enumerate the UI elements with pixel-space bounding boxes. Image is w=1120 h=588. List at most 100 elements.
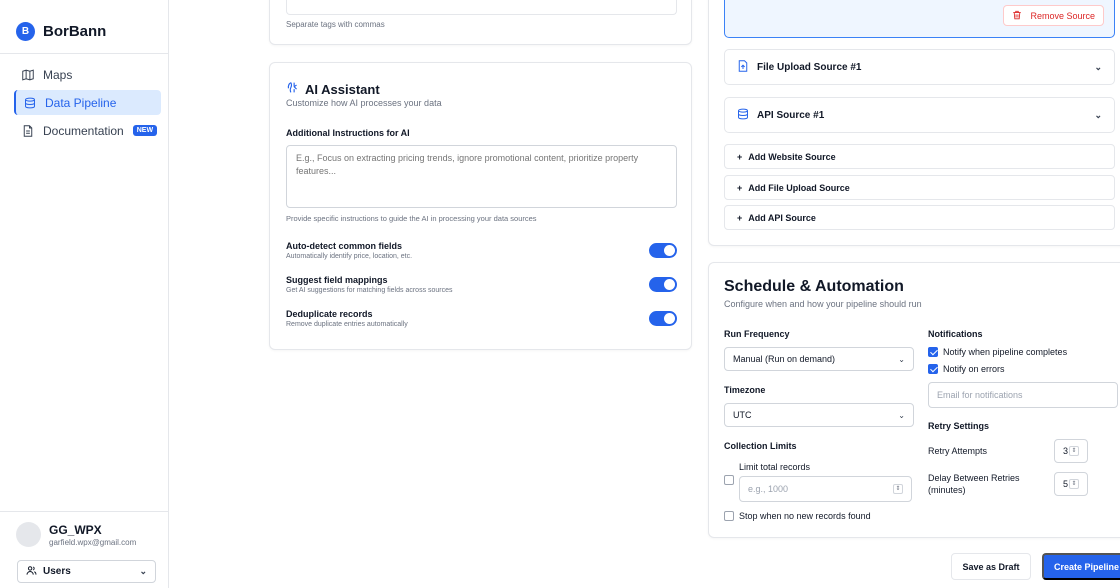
toggle-row-auto-detect: Auto-detect common fields Automatically … [286,241,677,260]
schedule-subtitle: Configure when and how your pipeline sho… [724,299,922,309]
users-icon [26,565,37,579]
add-api-source-button[interactable]: + Add API Source [724,205,1115,230]
chevron-down-icon[interactable]: ⌄ [1094,62,1102,73]
data-sources-card: Remove Source File Upload Source #1 ⌄ AP… [708,0,1120,246]
run-frequency-select[interactable]: Manual (Run on demand) ⌄ [724,347,914,371]
sidebar-item-data-pipeline[interactable]: Data Pipeline [14,90,161,115]
stop-when-no-new-label: Stop when no new records found [739,511,871,521]
ai-title-text: AI Assistant [305,81,380,97]
document-icon [22,124,34,137]
sidebar-item-maps[interactable]: Maps [14,62,161,87]
schedule-title: Schedule & Automation [724,278,904,295]
sidebar-item-label: Documentation [43,123,124,138]
add-button-label: Add File Upload Source [748,182,850,193]
avatar[interactable] [16,522,41,547]
trash-icon [1012,10,1022,22]
notification-email-input[interactable]: Email for notifications [928,382,1118,408]
notify-complete-row: Notify when pipeline completes [928,347,1067,357]
user-email: garfield.wpx@gmail.com [49,537,137,547]
brand-name: BorBann [43,23,107,40]
add-button-label: Add Website Source [748,151,836,162]
new-badge: NEW [132,125,158,136]
instructions-label: Additional Instructions for AI [286,128,410,138]
ai-assistant-card: AI Assistant Customize how AI processes … [269,62,692,350]
retry-attempts-input[interactable]: 3 ⇕ [1054,439,1088,463]
stepper-icon[interactable]: ⇕ [893,484,903,494]
toggle-description: Automatically identify price, location, … [286,253,413,260]
email-placeholder: Email for notifications [937,390,1023,400]
limit-total-label: Limit total records [739,462,811,472]
run-frequency-label: Run Frequency [724,329,790,339]
sidebar-item-label: Maps [43,67,73,82]
chevron-down-icon: ⌄ [139,566,147,576]
tags-card: Separate tags with commas [269,0,692,45]
chevron-down-icon: ⌄ [898,354,905,364]
plus-icon: + [737,182,743,193]
save-as-draft-button[interactable]: Save as Draft [951,553,1031,580]
instructions-helper: Provide specific instructions to guide t… [286,214,537,223]
toggle-row-suggest-mappings: Suggest field mappings Get AI suggestion… [286,275,677,294]
retry-settings-label: Retry Settings [928,421,990,431]
retry-attempts-label: Retry Attempts [928,446,988,456]
notify-complete-label: Notify when pipeline completes [943,347,1068,357]
chevron-down-icon: ⌄ [898,410,905,420]
brand[interactable]: B BorBann [16,22,106,41]
database-icon [24,97,36,109]
tags-helper-text: Separate tags with commas [286,20,385,29]
notify-complete-checkbox[interactable] [928,347,938,357]
delay-retries-input[interactable]: 5 ⇕ [1054,472,1088,496]
stepper-icon[interactable]: ⇕ [1069,479,1079,489]
source-item-api[interactable]: API Source #1 ⌄ [724,97,1115,133]
deduplicate-toggle[interactable] [649,311,677,326]
stop-when-no-new-checkbox[interactable] [724,511,734,521]
source-item-label: File Upload Source #1 [757,61,862,73]
suggest-mappings-toggle[interactable] [649,277,677,292]
timezone-select[interactable]: UTC ⌄ [724,403,914,427]
collection-limits-label: Collection Limits [724,441,797,451]
user-name: GG_WPX [49,522,102,537]
sidebar-divider [0,53,169,54]
sidebar: B BorBann Maps Data Pipeline Documentati… [0,0,169,588]
add-website-source-button[interactable]: + Add Website Source [724,144,1115,169]
limit-total-checkbox[interactable] [724,475,734,485]
map-icon [22,68,34,81]
ai-sparkle-icon [286,81,299,97]
timezone-value: UTC [733,410,752,420]
limit-total-input[interactable]: e.g., 1000 ⇕ [739,476,912,502]
run-frequency-value: Manual (Run on demand) [733,354,836,364]
create-pipeline-button[interactable]: Create Pipeline [1042,553,1120,580]
toggle-label: Deduplicate records [286,309,373,319]
source-item-label: API Source #1 [757,109,825,121]
sidebar-item-documentation[interactable]: Documentation NEW [14,118,161,143]
auto-detect-toggle[interactable] [649,243,677,258]
remove-source-button[interactable]: Remove Source [1003,5,1104,26]
toggle-label: Suggest field mappings [286,275,388,285]
toggle-description: Remove duplicate entries automatically [286,321,408,328]
add-file-upload-source-button[interactable]: + Add File Upload Source [724,175,1115,200]
notify-errors-label: Notify on errors [943,364,1005,374]
delay-label-line2: (minutes) [928,485,966,495]
notify-errors-row: Notify on errors [928,364,1005,374]
role-select-value: Users [43,566,71,577]
stepper-icon[interactable]: ⇕ [1069,446,1079,456]
file-upload-icon [737,59,749,75]
stop-when-no-new-row: Stop when no new records found [724,511,871,521]
toggle-label: Auto-detect common fields [286,241,403,251]
plus-icon: + [737,151,743,162]
plus-icon: + [737,212,743,223]
delay-value: 5 [1063,479,1069,489]
toggle-row-deduplicate: Deduplicate records Remove duplicate ent… [286,309,677,328]
database-icon [737,108,749,123]
remove-source-label: Remove Source [1030,10,1095,21]
schedule-card: Schedule & Automation Configure when and… [708,262,1120,538]
source-item-file-upload[interactable]: File Upload Source #1 ⌄ [724,49,1115,85]
ai-subtitle: Customize how AI processes your data [286,98,442,108]
role-select[interactable]: Users ⌄ [17,560,156,583]
instructions-textarea[interactable] [286,145,677,208]
notifications-label: Notifications [928,329,983,339]
tags-input[interactable] [286,0,677,15]
app-root: B BorBann Maps Data Pipeline Documentati… [0,0,1120,588]
timezone-label: Timezone [724,385,766,395]
chevron-down-icon[interactable]: ⌄ [1094,110,1102,121]
notify-errors-checkbox[interactable] [928,364,938,374]
